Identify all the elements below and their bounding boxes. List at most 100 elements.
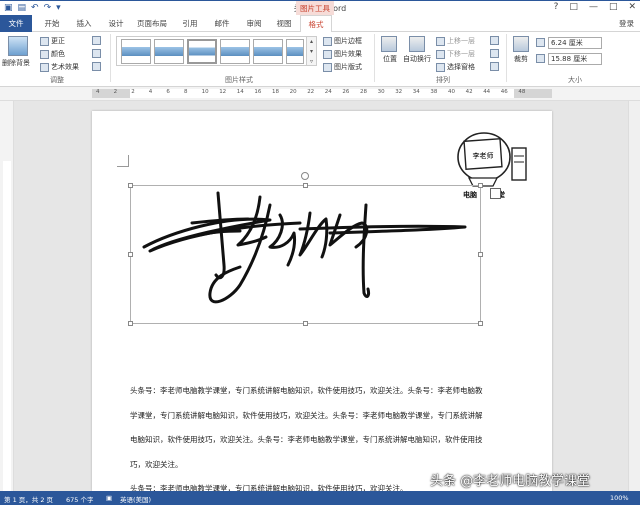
layout-options-icon[interactable] [490, 188, 501, 199]
language[interactable]: 英语(美国) [120, 494, 151, 504]
resize-handle[interactable] [478, 321, 483, 326]
resize-handle[interactable] [128, 183, 133, 188]
resize-handle[interactable] [303, 183, 308, 188]
crop-icon[interactable] [513, 36, 529, 52]
arrange-group-label: 排列 [436, 76, 450, 84]
vertical-ruler-page-area [3, 161, 11, 491]
position-button[interactable]: 位置 [383, 54, 397, 64]
tab-design[interactable]: 设计 [102, 15, 130, 32]
zoom-level[interactable]: 100% [610, 494, 629, 502]
help-icon[interactable]: ? [554, 2, 559, 12]
resize-handle[interactable] [128, 252, 133, 257]
resize-handle[interactable] [128, 321, 133, 326]
signature-image[interactable] [130, 185, 481, 324]
margin-corner-mark [117, 155, 129, 167]
computer-logo-image[interactable]: 李老师 [453, 130, 531, 190]
size-group-label: 大小 [568, 76, 582, 84]
crop-button[interactable]: 裁剪 [514, 54, 528, 64]
wrap-text-label: 自动换行 [403, 55, 431, 63]
group-icon[interactable] [490, 49, 499, 58]
picture-border-icon [323, 36, 332, 46]
compress-pictures-icon[interactable] [92, 36, 101, 45]
send-backward-icon [436, 49, 445, 59]
ruler-number: 6 [166, 89, 170, 95]
artistic-effects-button[interactable]: 艺术效果 [40, 62, 79, 72]
resize-handle[interactable] [478, 183, 483, 188]
picture-layout-button[interactable]: 图片版式 [323, 62, 362, 72]
ruler-number: 38 [430, 89, 438, 95]
tab-references[interactable]: 引用 [176, 15, 204, 32]
color-button[interactable]: 颜色 [40, 49, 65, 59]
remove-background-icon[interactable] [8, 36, 28, 56]
picture-style-1[interactable] [121, 39, 151, 64]
picture-effects-button[interactable]: 图片效果 [323, 49, 362, 59]
reset-picture-icon[interactable] [92, 62, 101, 71]
tab-format[interactable]: 格式 [300, 15, 332, 33]
picture-styles-gallery [116, 36, 316, 66]
wrap-text-icon[interactable] [409, 36, 425, 52]
align-icon[interactable] [490, 36, 499, 45]
height-input[interactable]: 6.24 厘米 [548, 37, 602, 49]
minimize-icon[interactable]: — [589, 2, 598, 12]
close-icon[interactable]: ✕ [628, 2, 636, 12]
ribbon-tabs: 文件 开始 插入 设计 页面布局 引用 邮件 审阅 视图 格式 登录 [0, 15, 640, 33]
tab-page-layout[interactable]: 页面布局 [132, 15, 172, 32]
corrections-icon [40, 36, 49, 46]
picture-style-2[interactable] [154, 39, 184, 64]
position-icon[interactable] [381, 36, 397, 52]
vertical-ruler [0, 101, 14, 491]
change-picture-icon[interactable] [92, 49, 101, 58]
ruler-number: 4 [96, 89, 100, 95]
ribbon-display-icon[interactable]: □ [569, 2, 578, 12]
ruler-number: 26 [342, 89, 350, 95]
ruler-number: 24 [324, 89, 332, 95]
tab-insert[interactable]: 插入 [70, 15, 98, 32]
color-icon [40, 49, 49, 59]
picture-style-6[interactable] [286, 39, 304, 64]
ruler-number: 32 [395, 89, 403, 95]
ruler-number: 2 [113, 89, 118, 95]
tab-home[interactable]: 开始 [38, 15, 66, 32]
ribbon: 删除背景 更正 颜色 艺术效果 调整 ▴ ▾ ▿ 图片边框 图片效果 图片版式 图片… [0, 32, 640, 87]
ruler-number: 34 [412, 89, 420, 95]
ruler-number: 2 [131, 89, 135, 95]
proofing-icon[interactable]: ▣ [106, 494, 112, 502]
wrap-text-button[interactable]: 自动换行 [403, 54, 431, 64]
picture-tools-label: 图片工具 [296, 1, 334, 16]
ruler-number: 14 [236, 89, 244, 95]
logo-screen-text: 李老师 [473, 151, 494, 160]
picture-border-button[interactable]: 图片边框 [323, 36, 362, 46]
remove-background-button[interactable]: 删除背景 [2, 58, 30, 68]
width-input[interactable]: 15.88 厘米 [548, 53, 602, 65]
ruler-number: 20 [289, 89, 297, 95]
picture-style-5[interactable] [253, 39, 283, 64]
resize-handle[interactable] [303, 321, 308, 326]
send-backward-button[interactable]: 下移一层 [436, 49, 475, 59]
picture-style-4[interactable] [220, 39, 250, 64]
picture-style-3[interactable] [187, 39, 217, 64]
group-divider [374, 34, 375, 82]
picture-layout-label: 图片版式 [334, 63, 362, 71]
word-count[interactable]: 675 个字 [66, 494, 93, 504]
ruler-number: 40 [448, 89, 455, 95]
position-label: 位置 [383, 55, 397, 63]
bring-forward-button[interactable]: 上移一层 [436, 36, 475, 46]
page-count[interactable]: 第 1 页，共 2 页 [4, 494, 53, 504]
corrections-button[interactable]: 更正 [40, 36, 65, 46]
tab-mailings[interactable]: 邮件 [208, 15, 236, 32]
maximize-icon[interactable]: □ [609, 2, 618, 12]
color-label: 颜色 [51, 50, 65, 58]
rotate-icon[interactable] [490, 62, 499, 71]
width-icon [536, 54, 545, 63]
gallery-scroll[interactable]: ▴ ▾ ▿ [306, 36, 317, 66]
tab-review[interactable]: 审阅 [240, 15, 268, 32]
vertical-scrollbar[interactable] [628, 101, 640, 491]
tab-file[interactable]: 文件 [0, 15, 32, 32]
login-link[interactable]: 登录 [619, 18, 634, 29]
rotate-handle[interactable] [301, 172, 309, 180]
tab-view[interactable]: 视图 [270, 15, 298, 32]
status-bar: 第 1 页，共 2 页 675 个字 ▣ 英语(美国) 100% [0, 491, 640, 505]
selection-pane-button[interactable]: 选择窗格 [436, 62, 475, 72]
resize-handle[interactable] [478, 252, 483, 257]
body-text-line: 学课堂，专门系统讲解电脑知识，软件使用技巧，欢迎关注。头条号：李老师电脑教学课堂… [130, 411, 483, 420]
